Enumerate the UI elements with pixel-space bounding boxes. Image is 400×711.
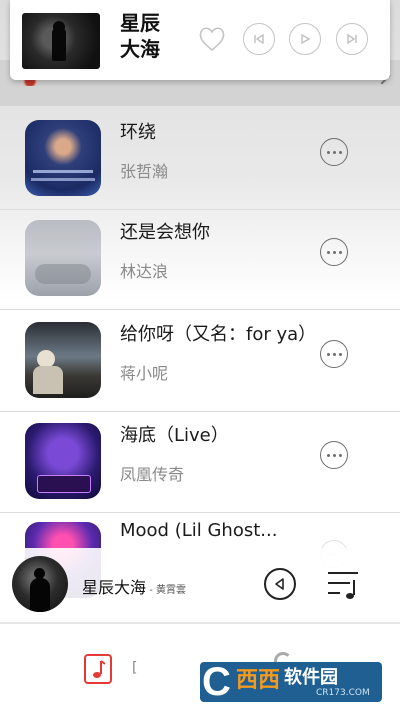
heart-icon[interactable] (196, 23, 228, 55)
song-artist: 张哲瀚 (120, 162, 169, 181)
album-cover (25, 220, 101, 296)
floating-song-title: 星辰 大海 (120, 10, 190, 62)
music-note-icon[interactable] (84, 654, 112, 684)
mini-player[interactable]: 星辰大海 - 黄霄雲 (0, 548, 400, 622)
floating-title-line2: 大海 (120, 37, 160, 61)
next-icon (347, 33, 357, 45)
floating-player[interactable]: 星辰 大海 (10, 0, 390, 80)
song-artist: 凤凰传奇 (120, 465, 185, 484)
floating-title-line1: 星辰 (120, 11, 160, 35)
song-title: 还是会想你 (120, 222, 210, 243)
divider (0, 622, 400, 624)
play-button[interactable] (264, 568, 296, 600)
song-title: Mood (Lil Ghost... (120, 520, 278, 541)
play-icon (301, 33, 311, 45)
song-title: 环绕 (120, 122, 156, 143)
mini-song-artist: - 黄霄雲 (146, 585, 186, 596)
song-row[interactable]: 海底（Live） 凤凰传奇 (0, 413, 400, 513)
song-artist: 蒋小呢 (120, 364, 169, 383)
more-options-icon[interactable] (320, 441, 348, 469)
more-options-icon[interactable] (320, 138, 348, 166)
watermark-logo: C 西西 软件园 CR173.COM (200, 660, 382, 704)
previous-icon (254, 33, 264, 45)
playlist-icon[interactable] (326, 568, 360, 602)
mini-song-title: 星辰大海 (82, 578, 147, 597)
nav-label: [ (132, 660, 138, 676)
play-icon (275, 578, 284, 590)
more-options-icon[interactable] (320, 340, 348, 368)
song-artist: 林达浪 (120, 262, 169, 281)
mini-player-cover (12, 556, 68, 612)
album-cover (25, 120, 101, 196)
watermark-sub: 软件园 (284, 667, 338, 688)
song-row[interactable]: 还是会想你 林达浪 (0, 210, 400, 310)
album-cover (25, 423, 101, 499)
song-row[interactable]: 环绕 张哲瀚 (0, 110, 400, 210)
more-options-icon[interactable] (320, 238, 348, 266)
next-button[interactable] (336, 23, 368, 55)
divider (0, 411, 400, 412)
song-title: 给你呀（又名：for ya） (120, 324, 317, 345)
song-title: 海底（Live） (120, 425, 229, 446)
previous-button[interactable] (243, 23, 275, 55)
watermark-url: CR173.COM (316, 688, 370, 698)
play-button[interactable] (289, 23, 321, 55)
watermark-brand: 西西 (236, 668, 281, 693)
divider (0, 309, 400, 310)
song-row[interactable]: 给你呀（又名：for ya） 蒋小呢 (0, 312, 400, 412)
album-cover (25, 322, 101, 398)
mini-player-title: 星辰大海 - 黄霄雲 (82, 574, 186, 598)
floating-album-cover (22, 13, 100, 69)
